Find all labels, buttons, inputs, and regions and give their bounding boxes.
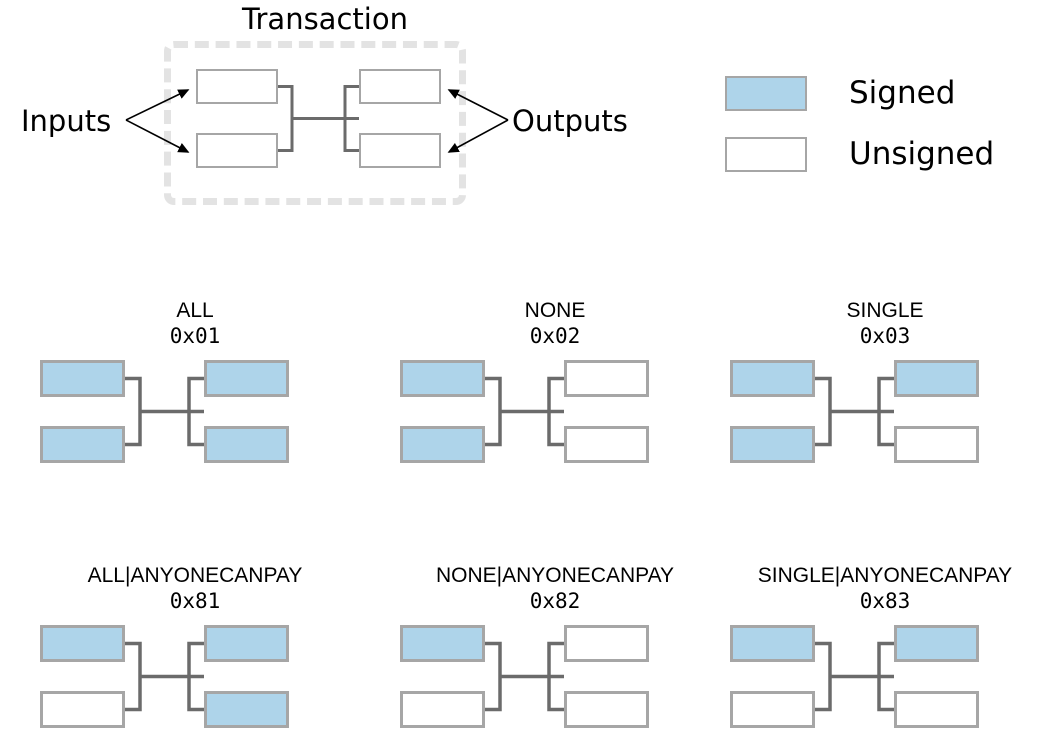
panel-connectors — [815, 376, 894, 447]
sighash-panel-none: NONE 0x02 — [385, 298, 725, 478]
legend-item-unsigned: Unsigned — [725, 137, 994, 172]
legend-swatch-signed — [725, 76, 807, 111]
sighash-panel-single: SINGLE 0x03 — [715, 298, 1053, 478]
panel-diagram — [25, 621, 365, 733]
panel-diagram — [715, 621, 1053, 733]
transaction-diagram: Transaction Inputs Outputs — [0, 0, 680, 230]
panel-code: 0x83 — [859, 589, 911, 613]
legend-item-signed: Signed — [725, 76, 955, 111]
legend-label-signed: Signed — [849, 75, 956, 111]
panel-title: ALL — [176, 299, 214, 322]
panel-code: 0x02 — [529, 324, 581, 348]
legend-swatch-unsigned — [725, 137, 807, 172]
panel-code: 0x81 — [169, 589, 221, 613]
panel-diagram — [385, 356, 725, 468]
legend-label-unsigned: Unsigned — [849, 136, 995, 172]
panel-title: NONE — [524, 299, 586, 322]
sighash-panel-all-anyonecanpay: ALL|ANYONECANPAY 0x81 — [25, 563, 365, 743]
outputs-label: Outputs — [512, 104, 628, 138]
panel-connectors — [485, 641, 564, 712]
panel-title: ALL|ANYONECANPAY — [87, 564, 303, 587]
panel-code: 0x82 — [529, 589, 581, 613]
sighash-panel-single-anyonecanpay: SINGLE|ANYONECANPAY 0x83 — [715, 563, 1053, 743]
panel-connectors — [485, 376, 564, 447]
panel-code: 0x03 — [859, 324, 911, 348]
inputs-label: Inputs — [21, 104, 112, 138]
sighash-panel-none-anyonecanpay: NONE|ANYONECANPAY 0x82 — [385, 563, 725, 743]
panel-title: SINGLE|ANYONECANPAY — [757, 564, 1013, 587]
panel-title: NONE|ANYONECANPAY — [435, 564, 675, 587]
panel-diagram — [715, 356, 1053, 468]
sighash-panel-all: ALL 0x01 — [25, 298, 365, 478]
panel-diagram — [25, 356, 365, 468]
legend: Signed Unsigned — [725, 60, 1045, 185]
panel-code: 0x01 — [169, 324, 221, 348]
panel-connectors — [125, 376, 204, 447]
panel-diagram — [385, 621, 725, 733]
panel-connectors — [815, 641, 894, 712]
panel-title: SINGLE — [846, 299, 924, 322]
panel-connectors — [125, 641, 204, 712]
